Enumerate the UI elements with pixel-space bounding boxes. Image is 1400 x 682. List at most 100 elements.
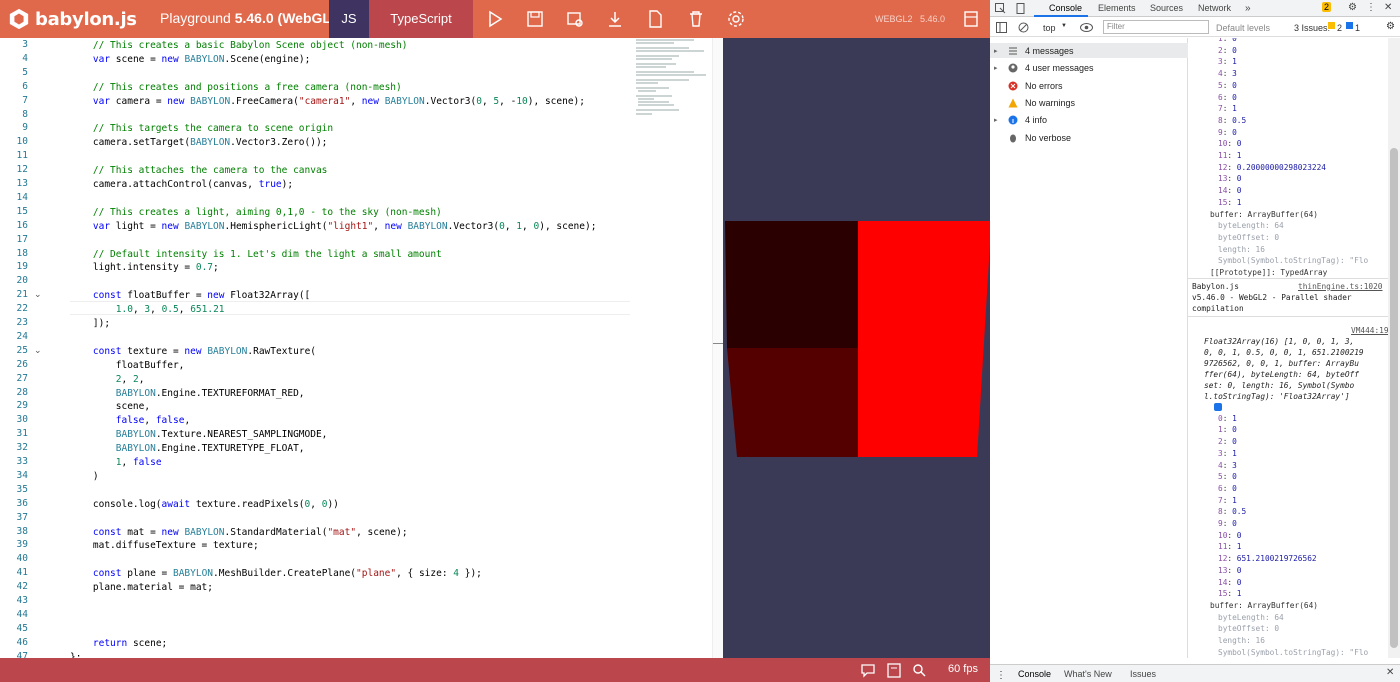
code-line[interactable]: const floatBuffer = new Float32Array([ (70, 289, 310, 303)
code-line[interactable]: const mat = new BABYLON.StandardMaterial… (70, 526, 408, 540)
sidebar-item-4-user-messages[interactable]: ▸ 4 user messages (994, 60, 1094, 75)
drawer-menu-icon[interactable]: ⋮ (996, 670, 1006, 681)
array-entry[interactable]: 3: 1 (1218, 449, 1237, 458)
array-entry[interactable]: 3: 1 (1218, 57, 1237, 66)
expand-arrow-icon[interactable]: ▸ (994, 116, 1004, 124)
code-line[interactable]: // This creates a basic Babylon Scene ob… (70, 39, 408, 53)
devtools-menu-icon[interactable]: ⋮ (1366, 2, 1376, 13)
new-file-icon[interactable] (645, 9, 665, 29)
inspect-element-icon[interactable] (995, 3, 1006, 14)
tab-network[interactable]: Network (1198, 3, 1231, 13)
sidebar-item-no-warnings[interactable]: No warnings (994, 95, 1075, 110)
babylon-source-link[interactable]: thinEngine.ts:1020 (1298, 282, 1383, 291)
tab-js[interactable]: JS (329, 0, 369, 38)
context-select[interactable]: top (1043, 23, 1056, 33)
context-dropdown-icon[interactable]: ▼ (1061, 23, 1067, 29)
sidebar-item-no-verbose[interactable]: No verbose (994, 130, 1071, 145)
vm-source-link[interactable]: VM444:19 (1351, 326, 1388, 335)
code-line[interactable]: light.intensity = 0.7; (70, 261, 219, 275)
array-entry[interactable]: 9: 0 (1218, 519, 1237, 528)
code-line[interactable]: false, false, (70, 414, 190, 428)
array-entry[interactable]: 0: 1 (1218, 414, 1237, 423)
code-line[interactable]: floatBuffer, (70, 359, 185, 373)
array-entry[interactable]: 11: 1 (1218, 151, 1241, 160)
array-entry[interactable]: 2: 0 (1218, 437, 1237, 446)
fold-chevron-icon[interactable]: ⌄ (34, 289, 42, 300)
download-icon[interactable] (605, 9, 625, 29)
code-line[interactable]: 1.0, 3, 0.5, 651.21 (70, 303, 225, 317)
code-line[interactable]: 2, 2, (70, 373, 145, 387)
chat-icon[interactable] (860, 663, 876, 678)
code-line[interactable]: // Default intensity is 1. Let's dim the… (70, 248, 442, 262)
console-settings-icon[interactable]: ⚙ (1386, 21, 1395, 32)
run-icon[interactable] (485, 9, 505, 29)
issues-label[interactable]: 3 Issues: (1294, 23, 1330, 33)
issues-info-count[interactable]: 1 (1355, 23, 1360, 33)
code-line[interactable]: ) (70, 470, 99, 484)
examples-icon[interactable] (961, 9, 981, 29)
code-line[interactable]: BABYLON.Engine.TEXTURETYPE_FLOAT, (70, 442, 305, 456)
sidebar-item-4-info[interactable]: ▸ 4 info (994, 112, 1047, 127)
sidebar-item-4-messages[interactable]: ▸ 4 messages (990, 43, 1188, 58)
code-line[interactable]: plane.material = mat; (70, 581, 213, 595)
array-entry[interactable]: 15: 1 (1218, 589, 1241, 598)
array-entry[interactable]: 6: 0 (1218, 93, 1237, 102)
splitter-handle[interactable] (713, 343, 723, 344)
search-icon[interactable] (912, 663, 927, 678)
code-line[interactable]: const plane = BABYLON.MeshBuilder.Create… (70, 567, 482, 581)
devtools-close-icon[interactable]: ✕ (1384, 2, 1392, 13)
array-entry[interactable]: 1: 0 (1218, 38, 1237, 43)
save-icon[interactable] (525, 9, 545, 29)
code-editor[interactable]: 3 4 5 6 7 8 9 10 11 12 13 14 15 16 17 18 19 20 21 ⌄ 22 23 24 25… (0, 38, 723, 658)
array-entry[interactable]: 14: 0 (1218, 186, 1241, 195)
metadata-icon[interactable] (886, 663, 902, 678)
code-line[interactable]: camera.attachControl(canvas, true); (70, 178, 293, 192)
clear-icon[interactable] (686, 9, 706, 29)
expand-arrow-icon[interactable]: ▸ (994, 47, 1004, 55)
array-entry[interactable]: 5: 0 (1218, 472, 1237, 481)
array-entry[interactable]: 4: 3 (1218, 69, 1237, 78)
code-line[interactable]: camera.setTarget(BABYLON.Vector3.Zero())… (70, 136, 328, 150)
code-line[interactable]: var light = new BABYLON.HemisphericLight… (70, 220, 597, 234)
more-tabs-icon[interactable]: » (1245, 3, 1251, 14)
clear-console-icon[interactable] (1018, 22, 1029, 33)
issues-warn-count[interactable]: 2 (1337, 23, 1342, 33)
issues-badge[interactable]: 2 (1322, 2, 1332, 12)
array-entry[interactable]: 10: 0 (1218, 531, 1241, 540)
prop-buffer[interactable]: buffer: ArrayBuffer(64) (1210, 601, 1318, 610)
array-entry[interactable]: 8: 0.5 (1218, 116, 1246, 125)
code-line[interactable]: console.log(await texture.readPixels(0, … (70, 498, 339, 512)
babylon-logo[interactable]: babylon.js (8, 7, 137, 31)
code-lines[interactable]: // This creates a basic Babylon Scene ob… (70, 38, 633, 658)
code-line[interactable]: // This creates a light, aiming 0,1,0 - … (70, 206, 442, 220)
array-entry[interactable]: 9: 0 (1218, 128, 1237, 137)
code-line[interactable]: mat.diffuseTexture = texture; (70, 539, 259, 553)
code-line[interactable]: return scene; (70, 637, 167, 651)
float32array-summary[interactable]: Float32Array(16) [1, 0, 0, 1, 3, (1204, 337, 1354, 346)
minimap[interactable] (634, 38, 714, 118)
array-entry[interactable]: 13: 0 (1218, 566, 1241, 575)
tab-typescript[interactable]: TypeScript (369, 0, 473, 38)
settings-gear-icon[interactable] (726, 9, 746, 29)
drawer-tab-issues[interactable]: Issues (1130, 669, 1156, 679)
prop-buffer[interactable]: buffer: ArrayBuffer(64) (1210, 210, 1318, 219)
array-entry[interactable]: 11: 1 (1218, 542, 1241, 551)
array-entry[interactable]: 2: 0 (1218, 46, 1237, 55)
expand-arrow-icon[interactable]: ▸ (994, 64, 1004, 72)
fold-chevron-icon[interactable]: ⌄ (34, 345, 42, 356)
engine-label[interactable]: WEBGL2 (875, 14, 913, 24)
code-line[interactable]: const texture = new BABYLON.RawTexture( (70, 345, 316, 359)
code-line[interactable]: BABYLON.Texture.NEAREST_SAMPLINGMODE, (70, 428, 328, 442)
array-entry[interactable]: 14: 0 (1218, 578, 1241, 587)
array-entry[interactable]: 1: 0 (1218, 425, 1237, 434)
editor-scrollbar[interactable] (712, 38, 723, 658)
array-entry[interactable]: 12: 651.2100219726562 (1218, 554, 1317, 563)
code-line[interactable]: }; (70, 651, 81, 658)
inspector-icon[interactable] (565, 9, 585, 29)
sidebar-item-no-errors[interactable]: No errors (994, 78, 1063, 93)
code-line[interactable]: var camera = new BABYLON.FreeCamera("cam… (70, 95, 585, 109)
array-entry[interactable]: 8: 0.5 (1218, 507, 1246, 516)
drawer-tab-whats-new[interactable]: What's New (1064, 669, 1112, 679)
array-entry[interactable]: 10: 0 (1218, 139, 1241, 148)
array-entry[interactable]: 7: 1 (1218, 496, 1237, 505)
